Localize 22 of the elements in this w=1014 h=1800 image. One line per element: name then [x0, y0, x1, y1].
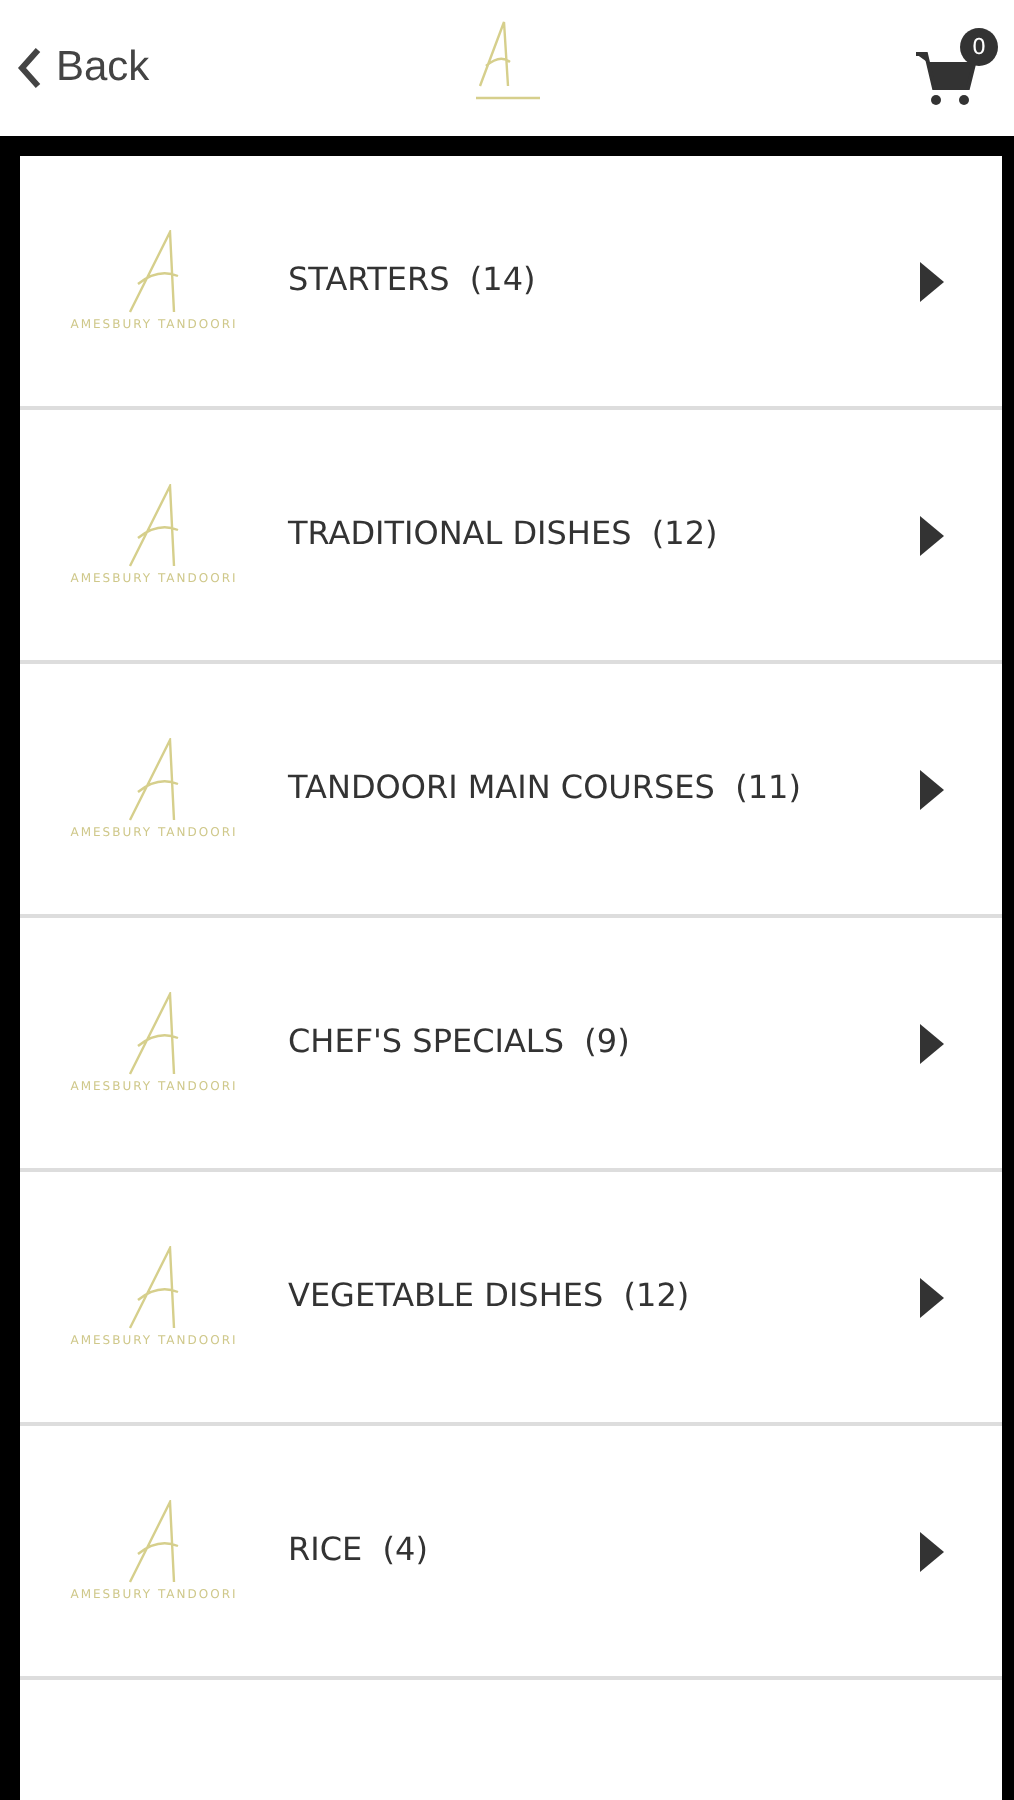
- logo-icon: [128, 1246, 180, 1330]
- category-label: TRADITIONAL DISHES (12): [288, 512, 720, 557]
- category-label: RICE (4): [288, 1528, 430, 1573]
- logo-icon: [128, 1500, 180, 1584]
- category-label: STARTERS (14): [288, 258, 538, 303]
- chevron-left-icon: [16, 44, 44, 92]
- category-label: TANDOORI MAIN COURSES (11): [288, 766, 803, 811]
- arrow-right-icon: [918, 513, 946, 557]
- logo-icon: [128, 230, 180, 314]
- category-label: VEGETABLE DISHES (12): [288, 1274, 692, 1319]
- logo-icon: [128, 484, 180, 568]
- cart-count-badge: 0: [960, 28, 998, 66]
- arrow-right-icon: [918, 259, 946, 303]
- arrow-right-icon: [918, 767, 946, 811]
- logo-icon: [474, 20, 540, 100]
- logo-icon: [128, 992, 180, 1076]
- logo-icon: [128, 738, 180, 822]
- back-button[interactable]: Back: [16, 44, 150, 92]
- arrow-right-icon: [918, 1529, 946, 1573]
- category-label: CHEF'S SPECIALS (9): [288, 1020, 632, 1065]
- arrow-right-icon: [918, 1021, 946, 1065]
- arrow-right-icon: [918, 1275, 946, 1319]
